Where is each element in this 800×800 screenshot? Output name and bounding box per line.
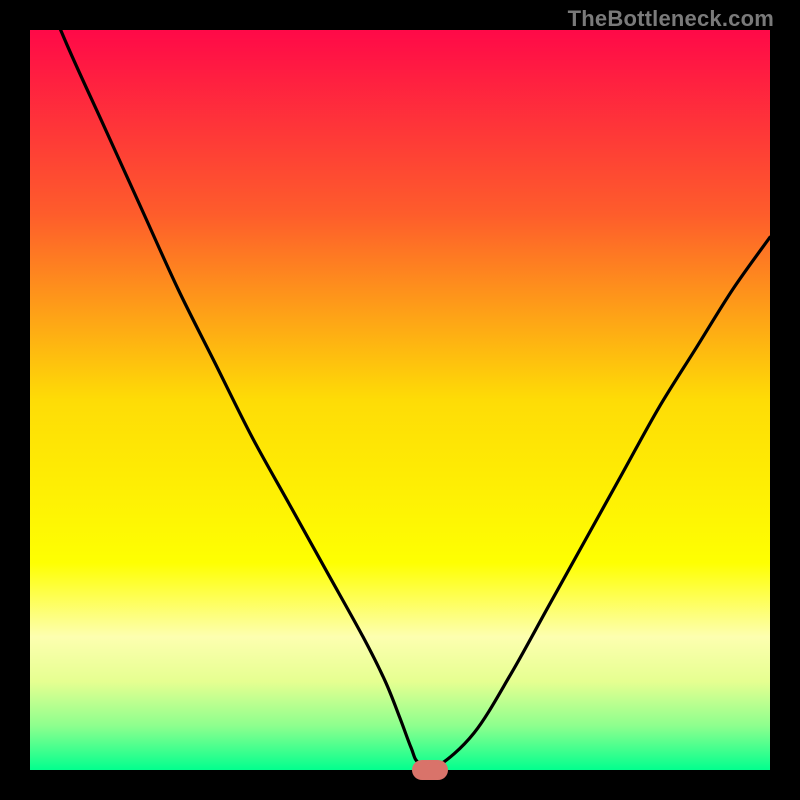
bottleneck-chart-svg [30, 30, 770, 770]
chart-plot-area [30, 30, 770, 770]
watermark-text: TheBottleneck.com [568, 6, 774, 32]
optimal-point-marker [412, 760, 448, 780]
chart-background [30, 30, 770, 770]
